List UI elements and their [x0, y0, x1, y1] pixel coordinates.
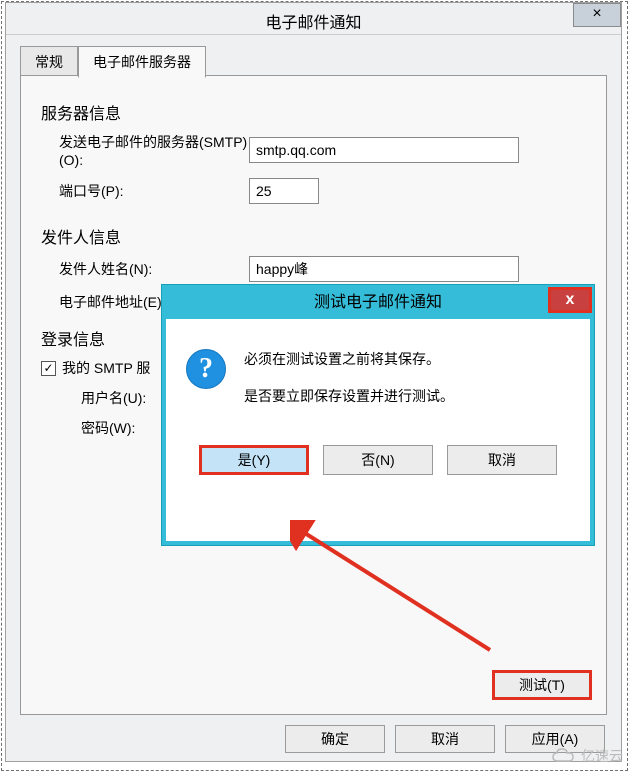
port-label: 端口号(P):: [59, 181, 249, 201]
modal-buttons: 是(Y) 否(N) 取消: [166, 433, 590, 489]
cancel-button[interactable]: 取消: [395, 725, 495, 753]
modal-line2: 是否要立即保存设置并进行测试。: [244, 386, 454, 407]
test-confirm-dialog: 测试电子邮件通知 x ? 必须在测试设置之前将其保存。 是否要立即保存设置并进行…: [162, 285, 594, 545]
port-input[interactable]: [249, 178, 319, 204]
window-title: 电子邮件通知: [265, 9, 361, 33]
smtp-auth-checkbox[interactable]: ✓: [41, 361, 56, 376]
tab-general[interactable]: 常规: [20, 46, 78, 78]
modal-text: 必须在测试设置之前将其保存。 是否要立即保存设置并进行测试。: [244, 349, 454, 423]
section-server-info: 服务器信息: [41, 100, 586, 124]
titlebar: 电子邮件通知 ×: [6, 3, 621, 35]
sender-name-label: 发件人姓名(N):: [59, 259, 249, 279]
check-icon: ✓: [43, 361, 53, 375]
modal-close-button[interactable]: x: [548, 287, 592, 313]
tab-email-server[interactable]: 电子邮件服务器: [78, 46, 206, 78]
modal-title-text: 测试电子邮件通知: [314, 294, 442, 311]
sender-name-input[interactable]: [249, 256, 519, 282]
watermark: 亿速云: [551, 746, 623, 766]
ok-button[interactable]: 确定: [285, 725, 385, 753]
test-button[interactable]: 测试(T): [492, 670, 592, 700]
modal-line1: 必须在测试设置之前将其保存。: [244, 349, 454, 370]
modal-body: ? 必须在测试设置之前将其保存。 是否要立即保存设置并进行测试。: [166, 319, 590, 433]
watermark-text: 亿速云: [581, 746, 623, 766]
smtp-input[interactable]: [249, 137, 519, 163]
smtp-auth-label: 我的 SMTP 服: [62, 358, 150, 378]
cloud-icon: [551, 747, 577, 765]
close-icon: x: [566, 291, 575, 308]
tabstrip: 常规电子邮件服务器: [20, 45, 607, 75]
close-button[interactable]: ×: [573, 3, 621, 27]
modal-cancel-button[interactable]: 取消: [447, 445, 557, 475]
smtp-label: 发送电子邮件的服务器(SMTP)(O):: [59, 132, 249, 168]
yes-button[interactable]: 是(Y): [199, 445, 309, 475]
question-icon: ?: [186, 349, 226, 389]
no-button[interactable]: 否(N): [323, 445, 433, 475]
modal-titlebar: 测试电子邮件通知 x: [166, 289, 590, 319]
section-sender-info: 发件人信息: [41, 224, 586, 248]
close-icon: ×: [592, 5, 601, 22]
